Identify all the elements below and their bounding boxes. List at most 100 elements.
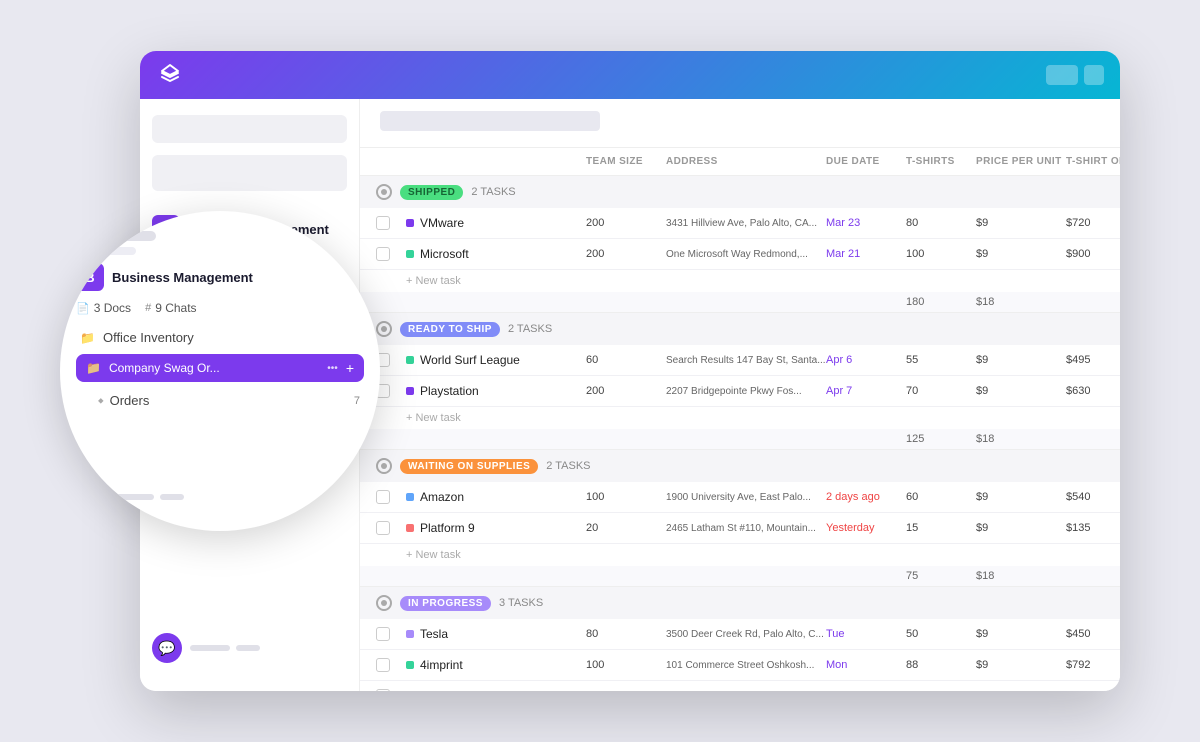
bottom-line-1 [190, 645, 230, 651]
table-row[interactable]: Tesla 80 3500 Deer Creek Rd, Palo Alto, … [360, 619, 1120, 650]
subtotal-tshirts: 125 [906, 433, 976, 445]
table-row[interactable]: Amazon 100 1900 University Ave, East Pal… [360, 482, 1120, 513]
section-in-progress: IN PROGRESS 3 TASKS Tesla 80 3500 Deer C… [360, 587, 1120, 691]
cell-tshirts: 60 [906, 491, 976, 503]
breadcrumb [380, 111, 600, 131]
cell-total: $792 [1066, 659, 1120, 671]
subtotal-row: 75 $18 [360, 566, 1120, 587]
row-company-name: 4imprint [420, 658, 463, 672]
row-checkbox[interactable] [376, 490, 390, 504]
new-task-row[interactable]: + New task [360, 270, 1120, 292]
cell-duedate: Tue [826, 628, 906, 640]
tasks-count: 2 TASKS [471, 186, 515, 198]
row-name-cell: Playstation [406, 384, 586, 398]
cell-total: $900 [1066, 248, 1120, 260]
topbar-button-2[interactable] [1084, 65, 1104, 85]
section-toggle[interactable] [376, 321, 392, 337]
color-dot [406, 661, 414, 669]
new-task-row[interactable]: + New task [360, 407, 1120, 429]
table-row[interactable]: lululemon 20 7007 Friars Rd #900B, San..… [360, 681, 1120, 691]
cell-address: 7007 Friars Rd #900B, San... [666, 690, 826, 692]
cell-teamsize: 100 [586, 659, 666, 671]
section-header: SHIPPED 2 TASKS [360, 176, 1120, 208]
table-container[interactable]: TEAM SIZE ADDRESS DUE DATE T-SHIRTS PRIC… [360, 148, 1120, 691]
chat-bubble-icon[interactable]: 💬 [152, 633, 182, 663]
topbar-button-1[interactable] [1046, 65, 1078, 85]
row-name-cell: Platform 9 [406, 521, 586, 535]
row-checkbox[interactable] [376, 521, 390, 535]
row-checkbox[interactable] [376, 689, 390, 691]
table-row[interactable]: Microsoft 200 One Microsoft Way Redmond,… [360, 239, 1120, 270]
section-waiting-on-supplies: WAITING ON SUPPLIES 2 TASKS Amazon 100 1… [360, 450, 1120, 587]
cell-duedate: Mar 23 [826, 217, 906, 229]
chat-icon: 💬 [158, 640, 175, 657]
topbar [140, 51, 1120, 99]
cell-teamsize: 200 [586, 217, 666, 229]
status-pill: IN PROGRESS [400, 596, 491, 611]
cell-duedate: Apr 6 [826, 354, 906, 366]
cell-tshirts: 55 [906, 354, 976, 366]
cell-tshirts: 50 [906, 628, 976, 640]
cell-duedate: Mar 21 [826, 248, 906, 260]
col-address: ADDRESS [666, 156, 826, 167]
table-row[interactable]: VMware 200 3431 Hillview Ave, Palo Alto,… [360, 208, 1120, 239]
row-name-cell: Amazon [406, 490, 586, 504]
cell-price: $9 [976, 690, 1066, 691]
table-row[interactable]: World Surf League 60 Search Results 147 … [360, 345, 1120, 376]
subtotal-price: $18 [976, 570, 1066, 582]
section-toggle[interactable] [376, 595, 392, 611]
row-company-name: Playstation [420, 384, 479, 398]
cell-price: $9 [976, 354, 1066, 366]
sidebar-bottom: 💬 [140, 621, 359, 675]
cell-teamsize: 200 [586, 385, 666, 397]
table-row[interactable]: Playstation 200 2207 Bridgepointe Pkwy F… [360, 376, 1120, 407]
section-header: IN PROGRESS 3 TASKS [360, 587, 1120, 619]
row-company-name: lululemon [420, 689, 471, 691]
cell-price: $9 [976, 522, 1066, 534]
cell-teamsize: 60 [586, 354, 666, 366]
cell-teamsize: 200 [586, 248, 666, 260]
section-toggle[interactable] [376, 184, 392, 200]
cell-total: $180 [1066, 690, 1120, 691]
color-dot [406, 493, 414, 501]
cell-duedate: Apr 7 [826, 385, 906, 397]
table-row[interactable]: 4imprint 100 101 Commerce Street Oshkosh… [360, 650, 1120, 681]
cell-total: $720 [1066, 217, 1120, 229]
bottom-line-2 [236, 645, 260, 651]
content-header [360, 99, 1120, 148]
cell-tshirts: 80 [906, 217, 976, 229]
cell-teamsize: 80 [586, 628, 666, 640]
row-checkbox[interactable] [376, 627, 390, 641]
cell-price: $9 [976, 628, 1066, 640]
cell-teamsize: 100 [586, 491, 666, 503]
subtotal-row: 125 $18 [360, 429, 1120, 450]
bottom-lines [190, 645, 260, 651]
subtotal-tshirts: 75 [906, 570, 976, 582]
cell-tshirts: 20 [906, 690, 976, 691]
tasks-count: 2 TASKS [508, 323, 552, 335]
section-ready-to-ship: READY TO SHIP 2 TASKS World Surf League … [360, 313, 1120, 450]
status-pill: SHIPPED [400, 185, 463, 200]
subtotal-tshirts: 180 [906, 296, 976, 308]
row-checkbox[interactable] [376, 658, 390, 672]
cell-tshirts: 88 [906, 659, 976, 671]
row-checkbox[interactable] [376, 216, 390, 230]
col-teamsize: TEAM SIZE [586, 156, 666, 167]
section-header: WAITING ON SUPPLIES 2 TASKS [360, 450, 1120, 482]
cell-total: $495 [1066, 354, 1120, 366]
col-duedate: DUE DATE [826, 156, 906, 167]
cell-address: Search Results 147 Bay St, Santa... [666, 354, 826, 367]
table-row[interactable]: Platform 9 20 2465 Latham St #110, Mount… [360, 513, 1120, 544]
cell-address: One Microsoft Way Redmond,... [666, 248, 826, 261]
sidebar-search[interactable] [152, 115, 347, 143]
section-toggle[interactable] [376, 458, 392, 474]
new-task-row[interactable]: + New task [360, 544, 1120, 566]
cell-price: $9 [976, 248, 1066, 260]
cell-total: $630 [1066, 385, 1120, 397]
row-checkbox[interactable] [376, 247, 390, 261]
cell-duedate: Apr 24 [826, 690, 906, 691]
subtotal-row: 180 $18 [360, 292, 1120, 313]
cell-teamsize: 20 [586, 522, 666, 534]
row-company-name: World Surf League [420, 353, 520, 367]
cell-price: $9 [976, 659, 1066, 671]
